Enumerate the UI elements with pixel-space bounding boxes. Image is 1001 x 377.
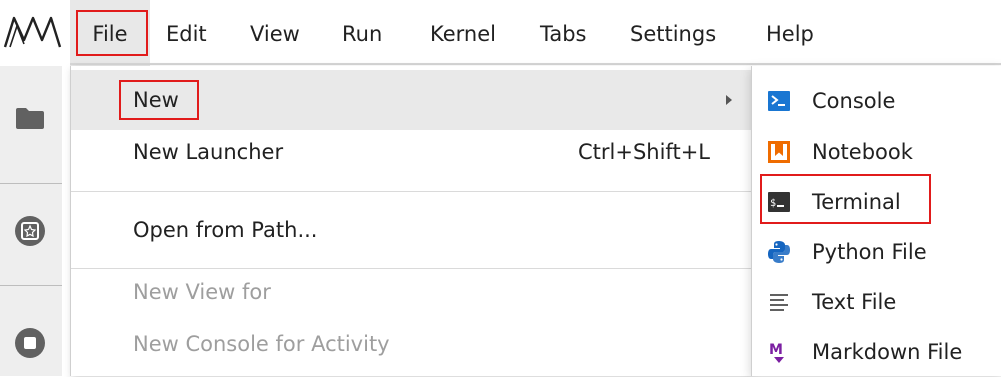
submenu-text-file[interactable]: Text File xyxy=(752,277,1001,327)
menubar-divider xyxy=(70,63,1001,65)
left-sidebar xyxy=(0,66,62,376)
submenu-markdown-file[interactable]: M Markdown File xyxy=(752,327,1001,377)
submenu-console-label: Console xyxy=(812,89,896,113)
running-kernels-icon[interactable] xyxy=(10,211,50,251)
svg-text:M: M xyxy=(769,342,783,358)
file-menu-new[interactable]: New xyxy=(71,70,752,130)
sidebar-divider xyxy=(0,285,62,286)
console-icon xyxy=(768,91,790,111)
menu-help[interactable]: Help xyxy=(766,0,814,66)
text-file-icon xyxy=(770,294,788,311)
file-menu-dropdown: New New Launcher Ctrl+Shift+L Open from … xyxy=(70,66,752,376)
menu-edit[interactable]: Edit xyxy=(166,0,207,66)
menu-view[interactable]: View xyxy=(250,0,300,66)
python-icon xyxy=(768,241,790,263)
menu-run[interactable]: Run xyxy=(342,0,382,66)
file-menu-new-launcher[interactable]: New Launcher Ctrl+Shift+L xyxy=(71,122,752,182)
shortcut-text: Ctrl+Shift+L xyxy=(578,140,710,164)
file-menu-new-label: New xyxy=(133,88,179,112)
folder-icon[interactable] xyxy=(10,98,50,138)
file-menu-new-console-for-activity: New Console for Activity xyxy=(71,314,752,374)
submenu-notebook-label: Notebook xyxy=(812,140,913,164)
submenu-console[interactable]: Console xyxy=(752,76,1001,126)
submenu-arrow-icon xyxy=(726,95,732,105)
sidebar-divider xyxy=(0,183,62,184)
file-menu-new-launcher-label: New Launcher xyxy=(133,140,284,164)
new-submenu: Console Notebook $ Terminal Python File xyxy=(751,66,1001,376)
notebook-icon xyxy=(768,141,790,163)
file-menu-open-from-path[interactable]: Open from Path... xyxy=(71,200,752,260)
menu-settings[interactable]: Settings xyxy=(630,0,716,66)
file-menu-open-from-path-label: Open from Path... xyxy=(133,218,318,242)
submenu-markdown-file-label: Markdown File xyxy=(812,340,963,364)
submenu-terminal[interactable]: $ Terminal xyxy=(752,177,1001,227)
stop-icon[interactable] xyxy=(10,323,50,363)
terminal-icon: $ xyxy=(768,192,790,212)
menu-separator xyxy=(71,191,752,192)
svg-text:$: $ xyxy=(770,198,776,209)
menubar: File Edit View Run Kernel Tabs Settings … xyxy=(0,0,1001,66)
menu-tabs[interactable]: Tabs xyxy=(540,0,587,66)
submenu-notebook[interactable]: Notebook xyxy=(752,127,1001,177)
submenu-python-file[interactable]: Python File xyxy=(752,227,1001,277)
menu-kernel[interactable]: Kernel xyxy=(430,0,496,66)
submenu-text-file-label: Text File xyxy=(812,290,897,314)
file-menu-new-console-label: New Console for Activity xyxy=(133,332,390,356)
menu-file[interactable]: File xyxy=(70,0,150,66)
markdown-icon: M xyxy=(769,342,784,363)
submenu-python-file-label: Python File xyxy=(812,240,927,264)
file-menu-new-view-for-label: New View for xyxy=(133,280,271,304)
file-menu-new-view-for: New View for xyxy=(71,262,752,322)
jupyter-logo-icon[interactable] xyxy=(2,14,64,50)
submenu-terminal-label: Terminal xyxy=(812,190,901,214)
